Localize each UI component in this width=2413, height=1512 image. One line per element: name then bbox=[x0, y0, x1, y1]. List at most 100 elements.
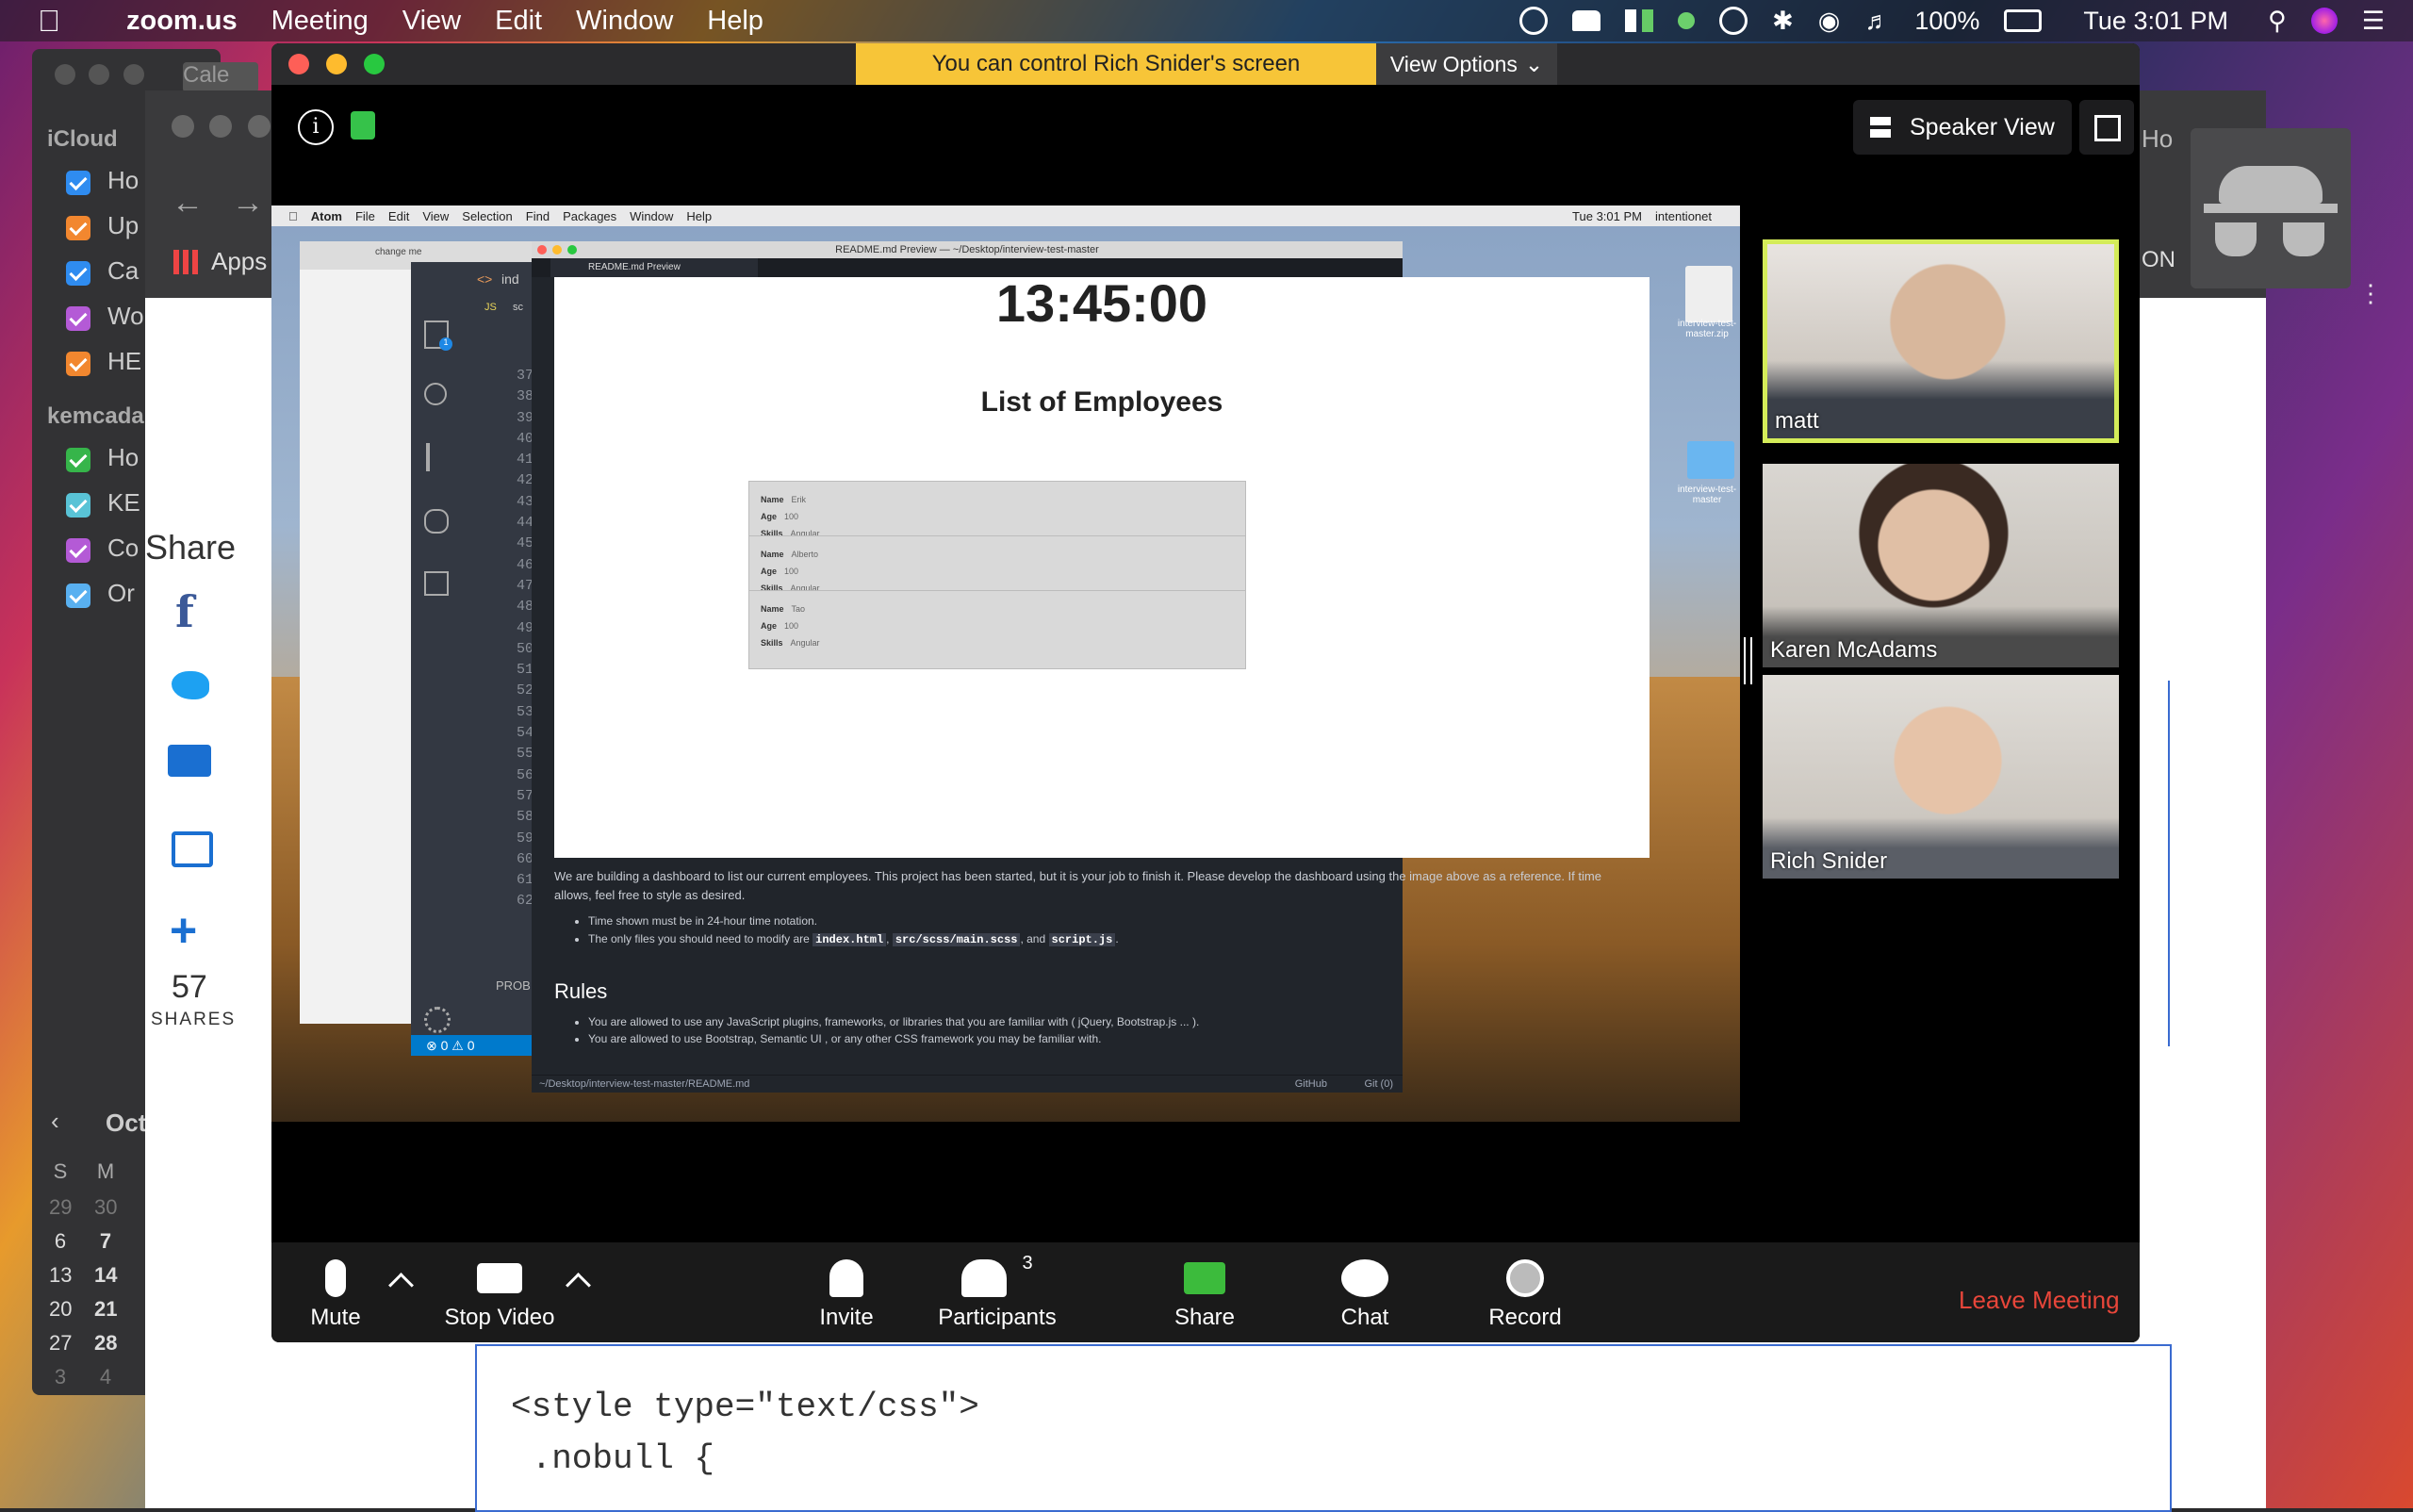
checkbox-icon[interactable] bbox=[66, 537, 90, 563]
icloud-item[interactable]: Ca bbox=[66, 256, 144, 302]
apple-menu-icon[interactable]:  bbox=[38, 4, 60, 39]
shared-mac-menubar:  Atom File Edit View Selection Find Pac… bbox=[271, 205, 1740, 226]
stop-video-button[interactable]: Stop Video bbox=[424, 1252, 575, 1342]
kem-item[interactable]: Co bbox=[66, 534, 140, 579]
bluetooth-icon[interactable]: ✱ bbox=[1772, 7, 1794, 36]
checkbox-icon[interactable] bbox=[66, 305, 90, 331]
stats-icon[interactable] bbox=[1625, 9, 1654, 32]
email-icon[interactable] bbox=[168, 745, 211, 777]
calendar-day[interactable]: 4 bbox=[94, 1365, 117, 1389]
calendar-day[interactable]: 7 bbox=[94, 1229, 117, 1254]
kem-item[interactable]: Or bbox=[66, 579, 140, 624]
print-icon[interactable] bbox=[172, 831, 213, 867]
close-window-icon[interactable] bbox=[288, 54, 309, 74]
shared-apple-icon:  bbox=[288, 209, 298, 223]
onepassword-icon[interactable] bbox=[1519, 7, 1549, 35]
app-menu[interactable]: zoom.us bbox=[126, 6, 238, 37]
minimize-window-icon[interactable] bbox=[326, 54, 347, 74]
chat-bubble-icon bbox=[1341, 1259, 1388, 1297]
speaker-view-button[interactable]: Speaker View bbox=[1853, 100, 2072, 155]
view-options-button[interactable]: View Options ⌄ bbox=[1376, 43, 1557, 85]
icloud-item[interactable]: Ho bbox=[66, 166, 144, 211]
readme-preview-tab[interactable]: README.md Preview bbox=[550, 258, 758, 277]
icloud-item[interactable]: HE bbox=[66, 347, 144, 392]
battery-percent[interactable]: 100% bbox=[1914, 7, 1979, 36]
calendar-day[interactable]: 21 bbox=[94, 1297, 117, 1322]
share-more-icon[interactable]: + bbox=[170, 903, 239, 958]
chat-button[interactable]: Chat bbox=[1289, 1252, 1440, 1342]
share-widget: Share f + 57 SHARES bbox=[145, 528, 239, 1030]
zip-file-icon[interactable] bbox=[1685, 266, 1732, 322]
calendar-day[interactable]: 14 bbox=[94, 1263, 117, 1288]
record-button[interactable]: Record bbox=[1450, 1252, 1600, 1342]
browser-back-icon[interactable]: ← bbox=[172, 185, 204, 222]
participants-icon bbox=[961, 1259, 1008, 1297]
panel-resize-handle[interactable] bbox=[1744, 637, 1752, 684]
calendar-day[interactable]: 13 bbox=[49, 1263, 72, 1288]
incognito-avatar-icon[interactable] bbox=[2191, 128, 2351, 288]
incognito-icon[interactable] bbox=[1572, 10, 1601, 31]
browser-more-icon[interactable]: ⋮ bbox=[2358, 279, 2383, 308]
browser-right-tab[interactable]: Ho bbox=[2142, 124, 2173, 154]
calendar-prev-month-icon[interactable]: ‹ bbox=[51, 1107, 59, 1136]
checkbox-icon[interactable] bbox=[66, 215, 90, 240]
checkbox-icon[interactable] bbox=[66, 260, 90, 286]
checkbox-icon[interactable] bbox=[66, 351, 90, 376]
apps-bookmark[interactable]: Apps bbox=[173, 247, 267, 276]
menu-window[interactable]: Window bbox=[576, 6, 673, 37]
icloud-item[interactable]: Up bbox=[66, 211, 144, 256]
source-control-icon bbox=[426, 443, 430, 471]
participant-tile[interactable]: Rich Snider bbox=[1763, 675, 2119, 879]
status-dot-icon[interactable] bbox=[1678, 12, 1696, 29]
volume-icon[interactable]: ♬ bbox=[1864, 7, 1890, 36]
fullscreen-button[interactable] bbox=[2079, 100, 2134, 155]
calendar-day[interactable]: 6 bbox=[49, 1229, 72, 1254]
employee-field-label: Age bbox=[761, 512, 778, 521]
checkbox-icon[interactable] bbox=[66, 447, 90, 472]
invite-button[interactable]: Invite bbox=[771, 1252, 922, 1342]
calendar-tab[interactable]: Cale bbox=[183, 62, 258, 92]
checkbox-icon[interactable] bbox=[66, 170, 90, 195]
meeting-info-icon[interactable]: i bbox=[298, 109, 334, 145]
participant-tile[interactable]: Karen McAdams bbox=[1763, 464, 2119, 667]
folder-icon[interactable] bbox=[1687, 441, 1734, 479]
encryption-lock-icon[interactable] bbox=[351, 111, 375, 140]
leave-meeting-button[interactable]: Leave Meeting bbox=[1959, 1286, 2120, 1315]
time-machine-icon[interactable] bbox=[1719, 7, 1748, 35]
icloud-item[interactable]: Wo bbox=[66, 302, 144, 347]
menubar-clock[interactable]: Tue 3:01 PM bbox=[2083, 7, 2228, 36]
checkbox-icon[interactable] bbox=[66, 583, 90, 608]
browser-forward-icon[interactable]: → bbox=[232, 185, 264, 222]
facebook-icon[interactable]: f bbox=[175, 586, 239, 637]
calendar-day[interactable]: 30 bbox=[94, 1195, 117, 1220]
calendar-traffic-lights bbox=[55, 64, 144, 90]
notification-center-icon[interactable]: ☰ bbox=[2362, 7, 2385, 36]
spotlight-icon[interactable]: ⚲ bbox=[2268, 7, 2287, 36]
calendar-day[interactable]: 28 bbox=[94, 1331, 117, 1356]
wifi-icon[interactable]: ◉ bbox=[1818, 7, 1841, 36]
fullscreen-icon bbox=[2094, 115, 2121, 141]
kem-item[interactable]: KE bbox=[66, 488, 140, 534]
kem-item[interactable]: Ho bbox=[66, 443, 140, 488]
maximize-window-icon[interactable] bbox=[364, 54, 385, 74]
employee-field-label: Name bbox=[761, 604, 784, 614]
calendar-day[interactable]: 20 bbox=[49, 1297, 72, 1322]
employee-field-value: 100 bbox=[784, 567, 799, 576]
menu-edit[interactable]: Edit bbox=[495, 6, 542, 37]
checkbox-icon[interactable] bbox=[66, 492, 90, 518]
menu-help[interactable]: Help bbox=[707, 6, 763, 37]
menu-meeting[interactable]: Meeting bbox=[271, 6, 369, 37]
readme-paragraph: We are building a dashboard to list our … bbox=[554, 869, 1601, 902]
participants-button[interactable]: 3 Participants bbox=[912, 1252, 1082, 1342]
calendar-day[interactable]: 29 bbox=[49, 1195, 72, 1220]
calendar-day[interactable]: 3 bbox=[49, 1365, 72, 1389]
shared-screen[interactable]:  Atom File Edit View Selection Find Pac… bbox=[271, 205, 1740, 1122]
menu-view[interactable]: View bbox=[402, 6, 461, 37]
mute-button[interactable]: Mute bbox=[271, 1252, 411, 1342]
siri-icon[interactable] bbox=[2310, 8, 2338, 34]
participant-tile[interactable]: matt bbox=[1763, 239, 2119, 443]
calendar-day[interactable]: 27 bbox=[49, 1331, 72, 1356]
twitter-icon[interactable] bbox=[172, 671, 209, 699]
share-screen-button[interactable]: Share bbox=[1129, 1252, 1280, 1342]
battery-icon[interactable] bbox=[2004, 9, 2043, 32]
